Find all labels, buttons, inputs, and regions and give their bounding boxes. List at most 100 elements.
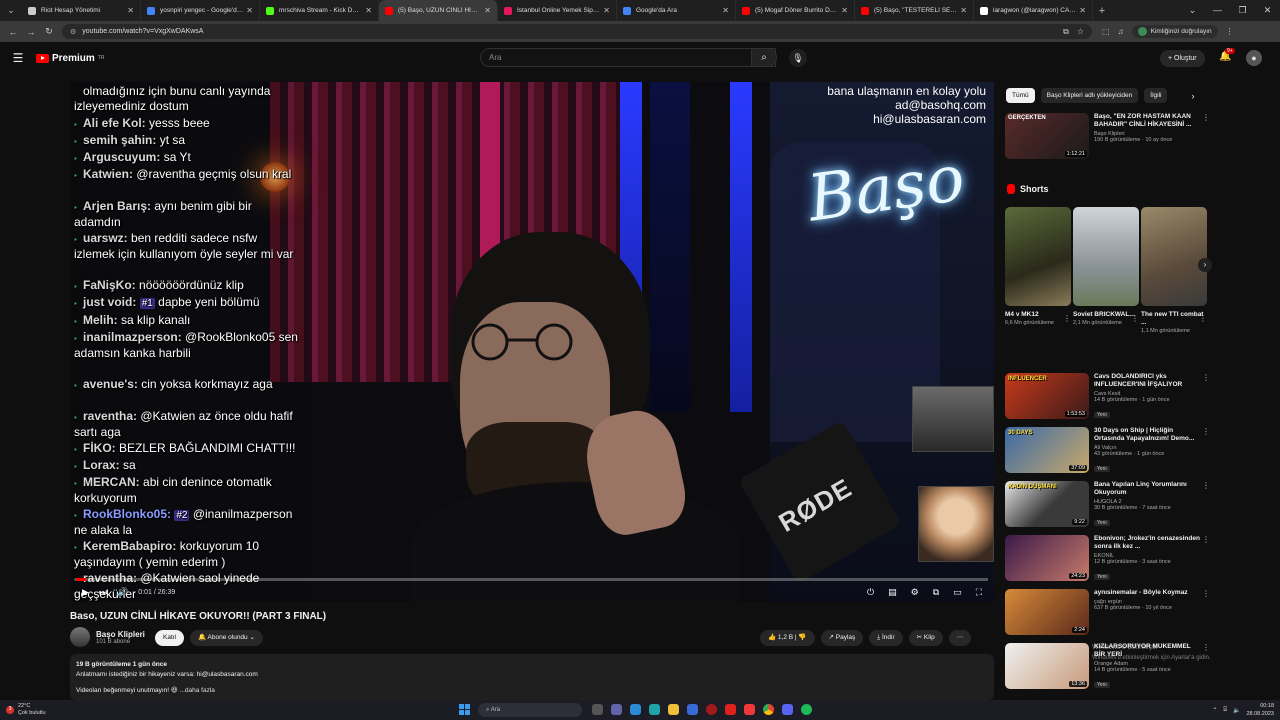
maximize-button[interactable]: ❐ [1230, 0, 1255, 21]
edge-icon[interactable] [649, 704, 660, 715]
more-options-icon[interactable]: ⋮ [1199, 314, 1207, 323]
short-title[interactable]: Soviet BRICKWAL... [1073, 311, 1139, 319]
short-title[interactable]: The new TTI combat ... [1141, 311, 1207, 327]
search-input[interactable]: Ara [480, 48, 776, 67]
more-actions-button[interactable]: ⋯ [948, 630, 972, 646]
join-button[interactable]: Katıl [155, 630, 185, 646]
create-button[interactable]: + Oluştur [1160, 50, 1205, 67]
more-options-icon[interactable]: ⋮ [1131, 314, 1139, 323]
more-options-icon[interactable]: ⋮ [1202, 535, 1210, 544]
yandex-icon[interactable] [725, 704, 736, 715]
browser-tab[interactable]: İstanbul Online Yemek Siparişi ✕ [498, 0, 617, 21]
short-item[interactable]: Soviet BRICKWAL... 2,1 Mn görüntüleme ⋮ [1073, 207, 1139, 327]
site-info-icon[interactable]: ⚙ [70, 28, 76, 36]
more-options-icon[interactable]: ⋮ [1202, 589, 1210, 598]
like-button[interactable]: 👍 1,2 B | 👎 [760, 630, 815, 646]
short-thumbnail[interactable] [1005, 207, 1071, 306]
theater-mode-icon[interactable]: ▭ [953, 587, 962, 598]
tab-close-icon[interactable]: ✕ [484, 6, 491, 15]
browser-tab[interactable]: (5) Başo, "TESTERELİ SERİ KATİL"✕ [855, 0, 974, 21]
browser-tab[interactable]: yosnpiri yengec - Google'da Ara ✕ [141, 0, 260, 21]
video-thumbnail[interactable]: 2:24 [1005, 589, 1089, 635]
account-avatar[interactable]: ● [1246, 50, 1262, 66]
recommended-video[interactable]: KADIN DÜŞMANI 9:22 Bana Yapılan Linç Yorum… [1005, 481, 1210, 529]
fullscreen-icon[interactable]: ⛶ [976, 587, 982, 598]
short-item[interactable]: The new TTI combat ... 1,1 Mn görüntüleme… [1141, 207, 1207, 335]
video-thumbnail[interactable]: 13:36 [1005, 643, 1089, 689]
video-title[interactable]: Ebonivon; Jrokez'in cenazesinden sonra i… [1094, 535, 1202, 551]
teams-icon[interactable] [611, 704, 622, 715]
short-thumbnail[interactable] [1073, 207, 1139, 306]
voice-search-button[interactable]: 🎙 [789, 49, 807, 67]
url-bar[interactable]: ⚙ youtube.com/watch?v=VxgXwDAKwsA ⧉ ☆ [62, 24, 1092, 39]
recommended-video[interactable]: 24:23 Ebonivon; Jrokez'in cenazesinden so… [1005, 535, 1210, 583]
tab-close-icon[interactable]: ✕ [246, 6, 253, 15]
share-button[interactable]: ↗ Paylaş [820, 630, 864, 646]
tab-close-icon[interactable]: ✕ [1079, 6, 1086, 15]
spotify-icon[interactable] [801, 704, 812, 715]
weather-widget[interactable]: 3 22°C Çok bulutlu [6, 703, 46, 717]
vivaldi-icon[interactable] [744, 704, 755, 715]
more-options-icon[interactable]: ⋮ [1202, 481, 1210, 490]
forward-button[interactable]: → [22, 27, 40, 37]
clock[interactable]: 00:18 28.08.2023 [1246, 702, 1274, 718]
settings-gear-icon[interactable]: ⚙ [911, 587, 919, 598]
file-explorer-icon[interactable] [668, 704, 679, 715]
volume-icon[interactable]: 🔊 [117, 587, 128, 598]
video-thumbnail[interactable]: GERÇEKTEN 1:12:21 [1005, 113, 1089, 159]
tray-overflow-icon[interactable]: ⌃ [1212, 707, 1217, 714]
video-title[interactable]: 30 Days on Ship | Hiçliğin Ortasında Yap… [1094, 427, 1202, 443]
short-title[interactable]: M4 v MK12 [1005, 311, 1071, 319]
video-player[interactable]: Başo bana ulaşmanın en kolay yolu ad@baso… [70, 82, 994, 602]
next-icon[interactable]: ⏭ [99, 587, 107, 598]
more-options-icon[interactable]: ⋮ [1063, 314, 1071, 323]
subscribed-button[interactable]: 🔔 Abone olundu ⌄ [190, 630, 263, 646]
tab-close-icon[interactable]: ✕ [841, 6, 848, 15]
chevron-down-icon[interactable]: ⌄ [1180, 0, 1205, 21]
tab-close-icon[interactable]: ✕ [722, 6, 729, 15]
download-button[interactable]: ⤓ İndir [869, 630, 903, 646]
tab-search-icon[interactable]: ⌄ [0, 0, 22, 21]
browser-tab[interactable]: Google'da Ara ✕ [617, 0, 736, 21]
start-button[interactable] [459, 704, 470, 715]
volume-icon[interactable]: 🔈 [1233, 707, 1240, 714]
miniplayer-icon[interactable]: ⧉ [933, 587, 939, 598]
video-thumbnail[interactable]: 30 DAYS 37:09 [1005, 427, 1089, 473]
video-title[interactable]: Bana Yapılan Linç Yorumlarını Okuyorum [1094, 481, 1202, 497]
install-app-icon[interactable]: ⧉ [1063, 27, 1069, 37]
channel-name[interactable]: Başo Klipleri [96, 630, 145, 639]
task-view-icon[interactable] [592, 704, 603, 715]
network-icon[interactable]: ⌸ [1223, 707, 1227, 714]
youtube-logo[interactable]: Premium TR [36, 53, 104, 64]
browser-tab[interactable]: Riot Hesap Yönetimi ✕ [22, 0, 141, 21]
record-icon[interactable] [706, 704, 717, 715]
short-item[interactable]: M4 v MK12 6,6 Mn görüntüleme ⋮ [1005, 207, 1071, 327]
minimize-button[interactable]: — [1205, 0, 1230, 21]
more-options-icon[interactable]: ⋮ [1202, 427, 1210, 436]
tab-close-icon[interactable]: ✕ [127, 6, 134, 15]
tab-close-icon[interactable]: ✕ [365, 6, 372, 15]
filter-chip[interactable]: Tümü [1006, 88, 1035, 103]
more-options-icon[interactable]: ⋮ [1202, 113, 1210, 122]
description-box[interactable]: 19 B görüntüleme 1 gün önce Anlatmamı is… [70, 654, 994, 700]
browser-menu-icon[interactable]: ⋮ [1226, 27, 1234, 36]
bookmark-star-icon[interactable]: ☆ [1077, 27, 1084, 37]
captions-icon[interactable]: ▤ [888, 587, 897, 598]
video-title[interactable]: Cavs DOLANDIRICI yks INFLUENCER'INI İFŞA… [1094, 373, 1202, 389]
filter-chip[interactable]: İlgili [1144, 88, 1168, 103]
close-window-button[interactable]: ✕ [1255, 0, 1280, 21]
back-button[interactable]: ← [4, 27, 22, 37]
tab-close-icon[interactable]: ✕ [960, 6, 967, 15]
search-button[interactable]: ⌕ [751, 48, 777, 67]
discord-icon[interactable] [782, 704, 793, 715]
channel-avatar[interactable] [70, 627, 90, 647]
thumbs-down-icon[interactable]: 👎 [798, 634, 806, 641]
clip-button[interactable]: ✂ Klip [908, 630, 943, 646]
video-thumbnail[interactable]: INFLUENCER 1:53:53 [1005, 373, 1089, 419]
filter-chip[interactable]: Başo Klipleri adlı yükleyiciden [1040, 88, 1139, 103]
chrome-icon[interactable] [763, 704, 774, 715]
more-options-icon[interactable]: ⋮ [1202, 373, 1210, 382]
browser-tab[interactable]: mrschiva Stream - Kick Dashbo ✕ [260, 0, 379, 21]
short-thumbnail[interactable] [1141, 207, 1207, 306]
video-thumbnail[interactable]: KADIN DÜŞMANI 9:22 [1005, 481, 1089, 527]
